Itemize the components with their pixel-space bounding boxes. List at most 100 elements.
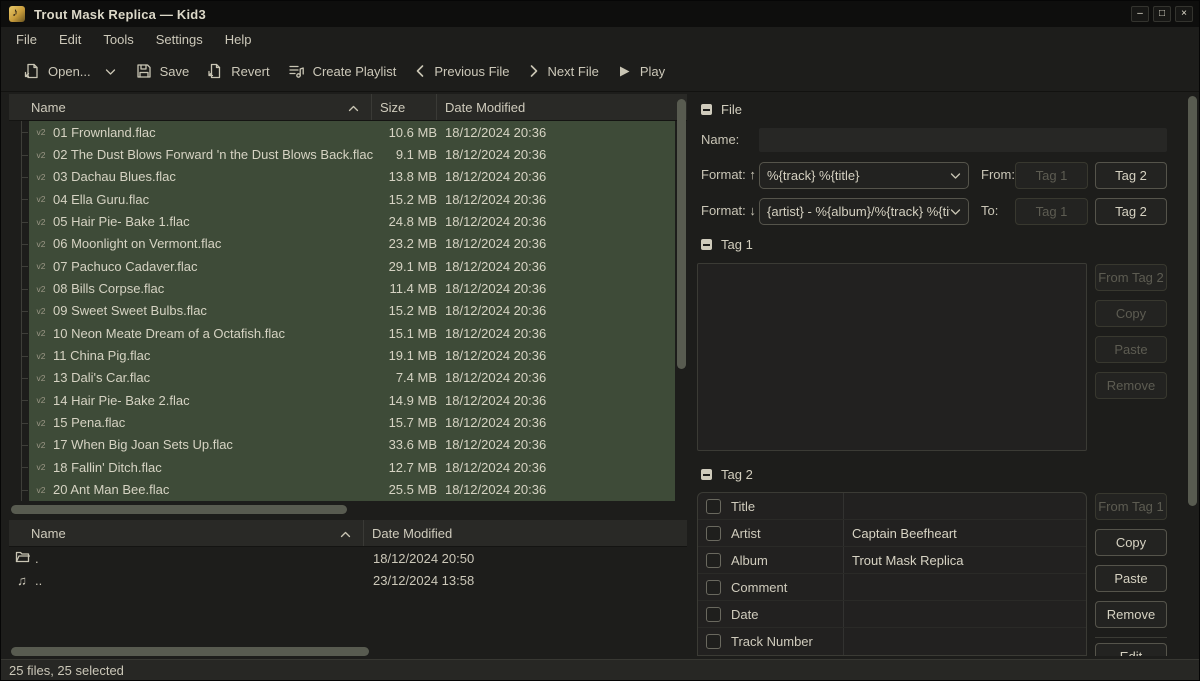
- tag2-action-button[interactable]: Remove: [1095, 601, 1167, 628]
- field-checkbox[interactable]: [706, 634, 721, 649]
- filename-input[interactable]: [759, 128, 1167, 152]
- menu-item[interactable]: Tools: [92, 29, 144, 50]
- format-from-filename-label: Format: ↑: [701, 162, 756, 188]
- tag-v2-badge-icon: v2: [29, 485, 53, 495]
- collapse-icon[interactable]: [701, 104, 712, 115]
- minimize-icon[interactable]: –: [1131, 6, 1149, 22]
- tree-branch: [9, 479, 29, 501]
- open-file-icon: [24, 63, 40, 79]
- field-checkbox[interactable]: [706, 499, 721, 514]
- field-checkbox[interactable]: [706, 580, 721, 595]
- play-button[interactable]: Play: [608, 58, 674, 85]
- collapse-icon[interactable]: [701, 239, 712, 250]
- file-section-header[interactable]: File: [701, 102, 742, 117]
- column-header-name[interactable]: Name: [9, 520, 363, 546]
- column-header-size[interactable]: Size: [372, 94, 436, 120]
- next-file-button[interactable]: Next File: [519, 58, 608, 85]
- scrollbar-handle[interactable]: [11, 647, 369, 656]
- file-row[interactable]: v2 14 Hair Pie- Bake 2.flac 14.9 MB 18/1…: [9, 389, 687, 411]
- from-tag2-button[interactable]: Tag 2: [1095, 162, 1167, 189]
- file-row[interactable]: v2 17 When Big Joan Sets Up.flac 33.6 MB…: [9, 434, 687, 456]
- file-row[interactable]: v2 15 Pena.flac 15.7 MB 18/12/2024 20:36: [9, 411, 687, 433]
- tag2-section-header[interactable]: Tag 2: [701, 467, 753, 482]
- dir-list-horizontal-scrollbar[interactable]: [9, 646, 687, 657]
- tag-v2-badge-icon: v2: [29, 194, 53, 204]
- revert-button[interactable]: Revert: [198, 57, 278, 85]
- menu-item[interactable]: Settings: [145, 29, 214, 50]
- save-button[interactable]: Save: [127, 57, 199, 85]
- previous-file-button[interactable]: Previous File: [405, 58, 518, 85]
- file-list-horizontal-scrollbar[interactable]: [9, 504, 687, 515]
- file-row[interactable]: v2 02 The Dust Blows Forward 'n the Dust…: [9, 143, 687, 165]
- file-row[interactable]: v2 09 Sweet Sweet Bulbs.flac 15.2 MB 18/…: [9, 300, 687, 322]
- create-playlist-button[interactable]: Create Playlist: [279, 57, 406, 85]
- tag-v2-badge-icon: v2: [29, 418, 53, 428]
- tag1-table[interactable]: [697, 263, 1087, 451]
- tag-panel-vertical-scrollbar[interactable]: [1188, 96, 1198, 656]
- tag2-action-button[interactable]: Paste: [1095, 565, 1167, 592]
- file-row[interactable]: v2 04 Ella Guru.flac 15.2 MB 18/12/2024 …: [9, 188, 687, 210]
- menu-item[interactable]: Help: [214, 29, 263, 50]
- field-checkbox[interactable]: [706, 553, 721, 568]
- file-row[interactable]: v2 07 Pachuco Cadaver.flac 29.1 MB 18/12…: [9, 255, 687, 277]
- tag1-section-header[interactable]: Tag 1: [701, 237, 753, 252]
- file-size: 15.7 MB: [379, 415, 437, 430]
- dir-row-current[interactable]: . 18/12/2024 20:50: [9, 547, 687, 569]
- menu-item[interactable]: File: [5, 29, 48, 50]
- tag2-field-row[interactable]: Track Number: [698, 628, 1086, 655]
- file-date-modified: 18/12/2024 20:36: [437, 482, 675, 497]
- from-label: From:: [981, 162, 1015, 188]
- file-row[interactable]: v2 05 Hair Pie- Bake 1.flac 24.8 MB 18/1…: [9, 210, 687, 232]
- field-value[interactable]: Trout Mask Replica: [844, 553, 964, 568]
- format-from-filename-combobox[interactable]: %{track} %{title}: [759, 162, 969, 189]
- open-button[interactable]: Open...: [15, 57, 100, 85]
- file-list-vertical-scrollbar[interactable]: [676, 96, 687, 498]
- name-label: Name:: [701, 127, 739, 153]
- tag2-field-row[interactable]: Album Trout Mask Replica: [698, 547, 1086, 574]
- field-checkbox[interactable]: [706, 607, 721, 622]
- scrollbar-handle[interactable]: [11, 505, 347, 514]
- file-row[interactable]: v2 01 Frownland.flac 10.6 MB 18/12/2024 …: [9, 121, 687, 143]
- tag-editor-panel: File Name: Format: ↑ %{track} %{title} F…: [695, 94, 1187, 656]
- format-to-filename-combobox[interactable]: {artist} - %{album}/%{track} %{title}: [759, 198, 969, 225]
- file-date-modified: 18/12/2024 20:36: [437, 192, 675, 207]
- file-size: 24.8 MB: [379, 214, 437, 229]
- scrollbar-handle[interactable]: [677, 99, 686, 369]
- file-row[interactable]: v2 03 Dachau Blues.flac 13.8 MB 18/12/20…: [9, 166, 687, 188]
- column-header-date-modified[interactable]: Date Modified: [437, 94, 687, 120]
- scrollbar-handle[interactable]: [1188, 96, 1197, 506]
- file-row[interactable]: v2 11 China Pig.flac 19.1 MB 18/12/2024 …: [9, 344, 687, 366]
- chevron-down-icon: [950, 208, 961, 216]
- column-header-name[interactable]: Name: [9, 94, 371, 120]
- column-header-date-modified[interactable]: Date Modified: [364, 520, 687, 546]
- dir-date-modified: 23/12/2024 13:58: [363, 573, 474, 588]
- tree-branch: [9, 255, 29, 277]
- file-row[interactable]: v2 20 Ant Man Bee.flac 25.5 MB 18/12/202…: [9, 479, 687, 501]
- close-icon[interactable]: ×: [1175, 6, 1193, 22]
- file-row[interactable]: v2 06 Moonlight on Vermont.flac 23.2 MB …: [9, 233, 687, 255]
- file-row[interactable]: v2 08 Bills Corpse.flac 11.4 MB 18/12/20…: [9, 277, 687, 299]
- tag2-field-row[interactable]: Artist Captain Beefheart: [698, 520, 1086, 547]
- field-checkbox[interactable]: [706, 526, 721, 541]
- dir-list-panel: Name Date Modified . 18/12/2024 20:50 ♫ …: [9, 520, 687, 641]
- field-value[interactable]: Captain Beefheart: [844, 526, 957, 541]
- file-row[interactable]: v2 10 Neon Meate Dream of a Octafish.fla…: [9, 322, 687, 344]
- maximize-icon[interactable]: □: [1153, 6, 1171, 22]
- to-tag2-button[interactable]: Tag 2: [1095, 198, 1167, 225]
- tag2-action-button[interactable]: Copy: [1095, 529, 1167, 556]
- open-dropdown-chevron-icon[interactable]: [100, 58, 121, 85]
- tag-v2-badge-icon: v2: [29, 150, 53, 160]
- file-row[interactable]: v2 18 Fallin' Ditch.flac 12.7 MB 18/12/2…: [9, 456, 687, 478]
- dir-row-parent[interactable]: ♫ .. 23/12/2024 13:58: [9, 569, 687, 591]
- collapse-icon[interactable]: [701, 469, 712, 480]
- tag2-field-row[interactable]: Title: [698, 493, 1086, 520]
- tag-v2-badge-icon: v2: [29, 284, 53, 294]
- tag-v2-badge-icon: v2: [29, 306, 53, 316]
- tag2-edit-button[interactable]: Edit: [1095, 643, 1167, 656]
- menu-item[interactable]: Edit: [48, 29, 92, 50]
- tag-v2-badge-icon: v2: [29, 239, 53, 249]
- tag2-field-row[interactable]: Comment: [698, 574, 1086, 601]
- file-row[interactable]: v2 13 Dali's Car.flac 7.4 MB 18/12/2024 …: [9, 367, 687, 389]
- tag2-buttons: From Tag 1CopyPasteRemove: [1095, 493, 1167, 628]
- tag2-field-row[interactable]: Date: [698, 601, 1086, 628]
